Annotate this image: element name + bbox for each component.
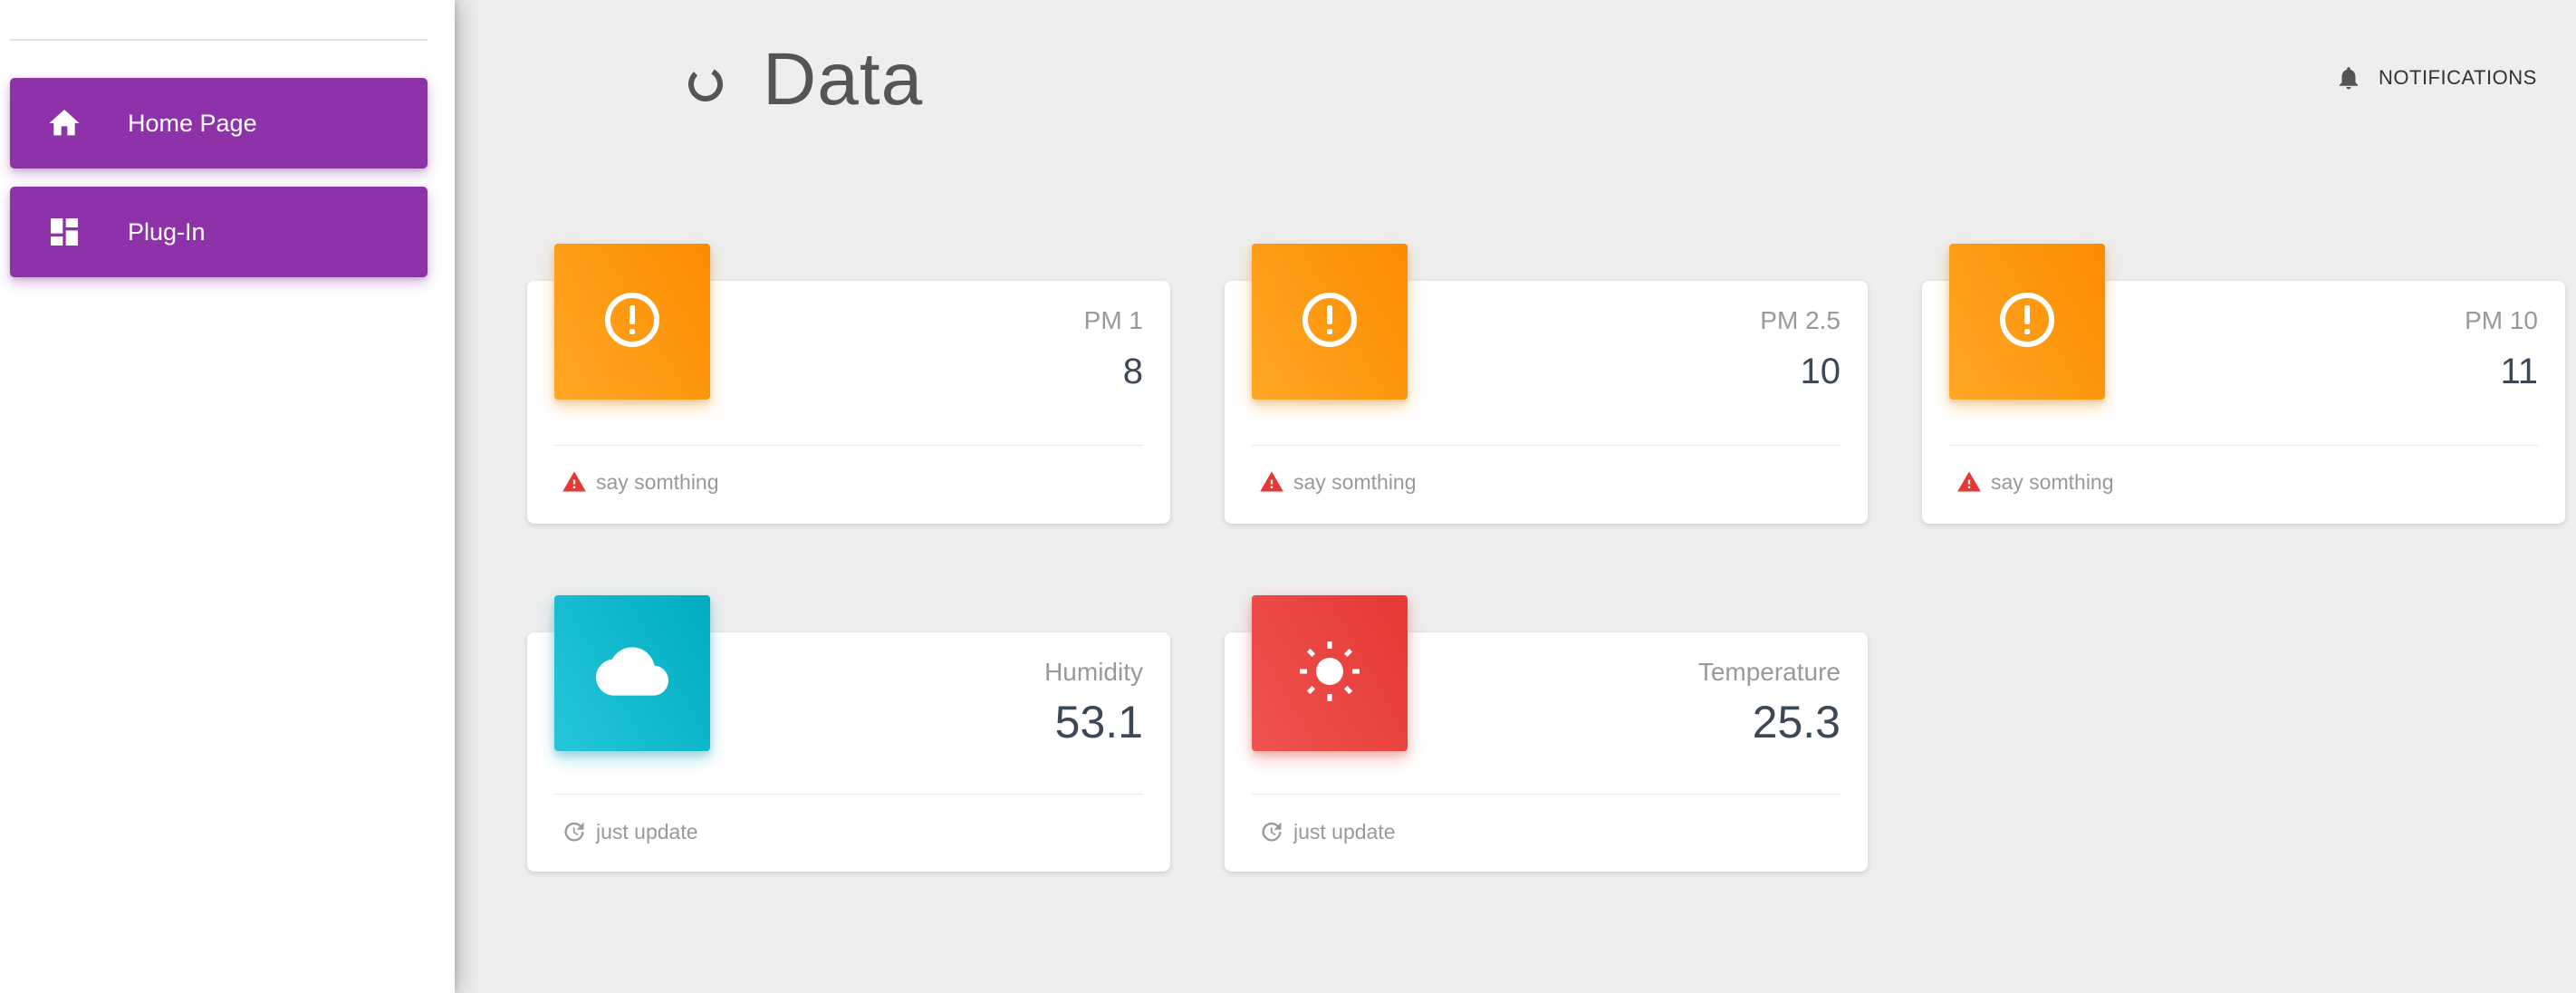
sidebar-item-label: Plug-In [128, 217, 206, 246]
alert-circle-icon [1301, 291, 1359, 353]
card-value: 11 [2500, 352, 2538, 391]
card-footer: just update [1259, 819, 1396, 844]
card-divider [1949, 445, 2538, 446]
sidebar-item-label: Home Page [128, 109, 257, 137]
card-footer: say somthing [1259, 469, 1417, 495]
warning-icon [1956, 469, 1982, 495]
loading-circle-icon [685, 63, 726, 105]
card-icon-box [1252, 244, 1408, 400]
stat-card-humidity: Humidity 53.1 just update [527, 595, 1170, 872]
stat-card-temperature: Temperature 25.3 just update [1225, 595, 1868, 872]
card-value: 25.3 [1752, 697, 1841, 747]
card-footer-text: just update [596, 819, 698, 844]
card-category: Temperature [1697, 658, 1841, 686]
dashboard-icon [46, 214, 82, 250]
card-divider [554, 794, 1143, 795]
page-title: Data [763, 38, 924, 121]
card-divider [554, 445, 1143, 446]
card-category: Humidity [1044, 658, 1143, 686]
sidebar-divider [10, 39, 428, 41]
warning-icon [562, 469, 587, 495]
card-icon-box [554, 244, 710, 400]
card-footer-text: say somthing [1991, 469, 2114, 494]
stat-card-pm10: PM 10 11 say somthing [1922, 244, 2565, 524]
update-icon [562, 819, 587, 844]
card-icon-box [1949, 244, 2105, 400]
card-category: PM 2.5 [1760, 306, 1841, 334]
card-footer: say somthing [562, 469, 719, 495]
warning-icon [1259, 469, 1284, 495]
card-footer-text: say somthing [596, 469, 719, 494]
stat-card-pm1: PM 1 8 say somthing [527, 244, 1170, 524]
card-value: 53.1 [1054, 697, 1143, 747]
card-footer-text: say somthing [1293, 469, 1417, 494]
card-category: PM 1 [1083, 306, 1143, 334]
card-divider [1252, 794, 1841, 795]
card-value: 8 [1122, 352, 1143, 391]
card-icon-box [1252, 595, 1408, 751]
sidebar-item-home-page[interactable]: Home Page [10, 78, 428, 169]
card-category: PM 10 [2465, 306, 2538, 334]
card-footer: just update [562, 819, 698, 844]
bell-icon [2335, 63, 2362, 93]
notifications-label: NOTIFICATIONS [2379, 66, 2537, 89]
alert-circle-icon [603, 291, 661, 353]
notifications-button[interactable]: NOTIFICATIONS [2335, 60, 2537, 96]
stat-card-pm25: PM 2.5 10 say somthing [1225, 244, 1868, 524]
update-icon [1259, 819, 1284, 844]
card-value: 10 [1800, 352, 1841, 391]
card-icon-box [554, 595, 710, 751]
sidebar-item-plug-in[interactable]: Plug-In [10, 187, 428, 277]
cloud-icon [596, 635, 668, 712]
alert-circle-icon [1998, 291, 2056, 353]
sun-icon [1297, 639, 1362, 709]
sidebar: Home Page Plug-In [0, 0, 455, 993]
card-footer: say somthing [1956, 469, 2114, 495]
card-footer-text: just update [1293, 819, 1396, 844]
home-icon [46, 105, 82, 141]
card-divider [1252, 445, 1841, 446]
